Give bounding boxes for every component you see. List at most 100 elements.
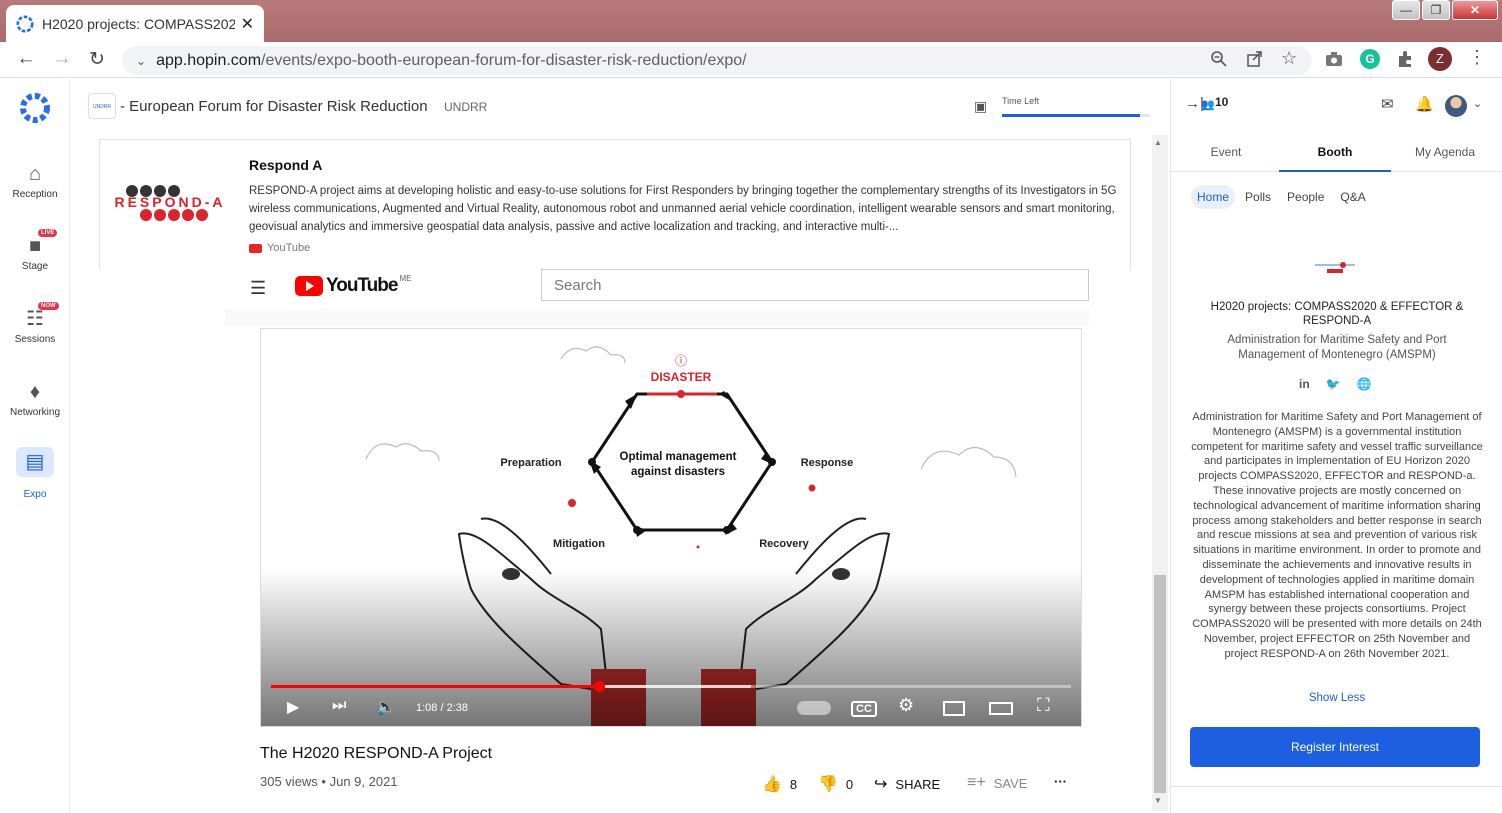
browser-titlebar: H2020 projects: COMPASS2020 & ✕ — ❐ ✕ xyxy=(0,0,1502,42)
settings-gear-icon[interactable]: ⚙ xyxy=(898,695,914,716)
sessions-icon: ☷ xyxy=(26,308,44,330)
now-badge: NOW xyxy=(38,302,59,310)
scroll-down-arrow-icon[interactable]: ▼ xyxy=(1154,796,1162,805)
nav-networking[interactable]: ♦ Networking xyxy=(0,377,70,418)
captions-icon[interactable]: CC xyxy=(851,701,877,717)
hamburger-menu-icon[interactable]: ☰ xyxy=(250,278,266,299)
tab-booth[interactable]: Booth xyxy=(1280,145,1390,159)
played-bar xyxy=(271,685,599,688)
share-button[interactable]: ↪ SHARE xyxy=(874,774,940,794)
chevron-down-icon[interactable]: ⌄ xyxy=(1473,97,1482,110)
node-response: Response xyxy=(801,457,854,469)
event-topbar: UNDRR - European Forum for Disaster Risk… xyxy=(70,79,1170,135)
user-avatar[interactable] xyxy=(1445,95,1467,117)
save-button[interactable]: ≡+ SAVE xyxy=(967,774,1027,792)
register-interest-button[interactable]: Register Interest xyxy=(1190,727,1480,767)
video-title[interactable]: The H2020 RESPOND-A Project xyxy=(260,745,492,763)
miniplayer-icon[interactable] xyxy=(943,701,965,716)
thumbs-down-icon: 👎 xyxy=(818,776,838,793)
minimize-button[interactable]: — xyxy=(1392,0,1420,20)
youtube-wordmark: YouTube xyxy=(326,275,398,296)
bell-icon[interactable]: 🔔 xyxy=(1415,95,1434,113)
social-links: in 🐦 🌐 xyxy=(1299,377,1388,391)
live-badge: LIVE xyxy=(38,229,58,237)
sidebar-divider xyxy=(1171,786,1502,787)
content-source[interactable]: YouTube xyxy=(249,242,310,254)
subtab-people[interactable]: People xyxy=(1281,185,1330,209)
hopin-logo-icon[interactable] xyxy=(18,91,52,125)
booth-name: H2020 projects: COMPASS2020 & EFFECTOR &… xyxy=(1210,301,1464,327)
share-page-icon[interactable] xyxy=(1246,50,1264,68)
event-organizer: UNDRR xyxy=(444,100,488,114)
mail-icon[interactable]: ✉ xyxy=(1381,95,1394,113)
warning-icon: ⓘ xyxy=(675,354,687,368)
zoom-out-icon[interactable] xyxy=(1210,50,1228,68)
time-left: ▣ Time Left xyxy=(974,93,1150,123)
nav-label: Networking xyxy=(9,407,61,418)
subtab-home[interactable]: Home xyxy=(1191,185,1236,209)
video-player[interactable]: DISASTER ⓘ Optimal management against di… xyxy=(260,328,1082,727)
back-arrow-icon[interactable]: ← xyxy=(14,48,38,70)
like-button[interactable]: 👍 8 xyxy=(762,774,797,794)
url-input[interactable]: ⌄ app.hopin.com/events/expo-booth-europe… xyxy=(122,46,1312,75)
dislike-button[interactable]: 👎 0 xyxy=(818,774,853,794)
scrollbar-thumb[interactable] xyxy=(1154,575,1166,793)
tab-my-agenda[interactable]: My Agenda xyxy=(1390,145,1500,159)
more-options-icon[interactable]: ··· xyxy=(1054,774,1067,789)
globe-icon[interactable]: 🌐 xyxy=(1357,377,1372,391)
attendees-icon: 👥 xyxy=(1201,99,1215,111)
extensions-puzzle-icon[interactable] xyxy=(1396,50,1414,68)
youtube-logo[interactable]: YouTube ME xyxy=(295,273,412,297)
grammarly-extension-icon[interactable]: G xyxy=(1360,49,1380,69)
booth-content-description: RESPOND-A project aims at developing hol… xyxy=(249,185,1117,233)
nav-stage[interactable]: ■ LIVE Stage xyxy=(0,229,70,272)
address-bar-row: ← → ↻ ⌄ app.hopin.com/events/expo-booth-… xyxy=(0,42,1502,78)
theater-mode-icon[interactable] xyxy=(989,702,1013,715)
browser-tab[interactable]: H2020 projects: COMPASS2020 & ✕ xyxy=(6,5,264,42)
scroll-up-arrow-icon[interactable]: ▲ xyxy=(1154,138,1162,147)
share-arrow-icon: ↪ xyxy=(874,776,888,793)
linkedin-icon[interactable]: in xyxy=(1299,377,1310,391)
time-left-label: Time Left xyxy=(1002,96,1040,106)
forward-arrow-icon[interactable]: → xyxy=(50,48,74,70)
subtab-qa[interactable]: Q&A xyxy=(1334,185,1371,209)
tab-event[interactable]: Event xyxy=(1171,145,1281,159)
next-icon[interactable]: ⏭ xyxy=(332,697,346,715)
share-label: SHARE xyxy=(895,776,941,792)
window-buttons: — ❐ ✕ xyxy=(1390,0,1498,20)
twitter-icon[interactable]: 🐦 xyxy=(1326,377,1341,391)
volume-icon[interactable]: 🔈 xyxy=(376,697,396,717)
progress-knob[interactable] xyxy=(594,681,605,692)
youtube-region: ME xyxy=(399,273,412,283)
booth-logo xyxy=(1315,262,1355,273)
chevron-down-icon[interactable]: ⌄ xyxy=(136,54,146,68)
video-progress-bar[interactable] xyxy=(271,681,1071,692)
playlist-add-icon: ≡+ xyxy=(967,774,986,791)
bookmark-star-icon[interactable]: ☆ xyxy=(1281,48,1297,69)
subtab-polls[interactable]: Polls xyxy=(1239,185,1277,209)
close-window-button[interactable]: ✕ xyxy=(1452,0,1498,20)
event-title: - European Forum for Disaster Risk Reduc… xyxy=(120,98,428,115)
browser-menu-icon[interactable]: ⋮ xyxy=(1468,47,1486,68)
hopin-favicon-icon xyxy=(16,14,34,33)
tab-title: H2020 projects: COMPASS2020 & xyxy=(42,15,235,32)
time-left-fill xyxy=(1002,114,1140,117)
nav-reception[interactable]: ⌂ Reception xyxy=(0,159,70,200)
profile-avatar[interactable]: Z xyxy=(1428,47,1452,71)
fullscreen-icon[interactable]: ⛶ xyxy=(1037,695,1050,716)
reload-icon[interactable]: ↻ xyxy=(85,48,109,71)
booth-description: Administration for Maritime Safety and P… xyxy=(1191,411,1483,660)
camera-icon[interactable] xyxy=(1325,50,1343,68)
tab-close-icon[interactable]: ✕ xyxy=(241,14,254,34)
show-less-link[interactable]: Show Less xyxy=(1191,692,1483,704)
sidebar-topbar: →| 👥 10 ✉ 🔔 ⌄ xyxy=(1171,79,1502,129)
play-icon[interactable]: ▶ xyxy=(287,697,299,717)
nav-label: Expo xyxy=(23,489,47,500)
maximize-button[interactable]: ❐ xyxy=(1422,0,1450,20)
nav-expo[interactable]: ▤ Expo xyxy=(0,447,70,500)
left-navigation: ⌂ Reception ■ LIVE Stage ☷ NOW Sessions … xyxy=(0,79,70,813)
nav-sessions[interactable]: ☷ NOW Sessions xyxy=(0,302,70,345)
autoplay-toggle[interactable] xyxy=(797,701,831,715)
youtube-spacer xyxy=(225,309,1089,326)
youtube-search-input[interactable]: Search xyxy=(541,269,1089,301)
